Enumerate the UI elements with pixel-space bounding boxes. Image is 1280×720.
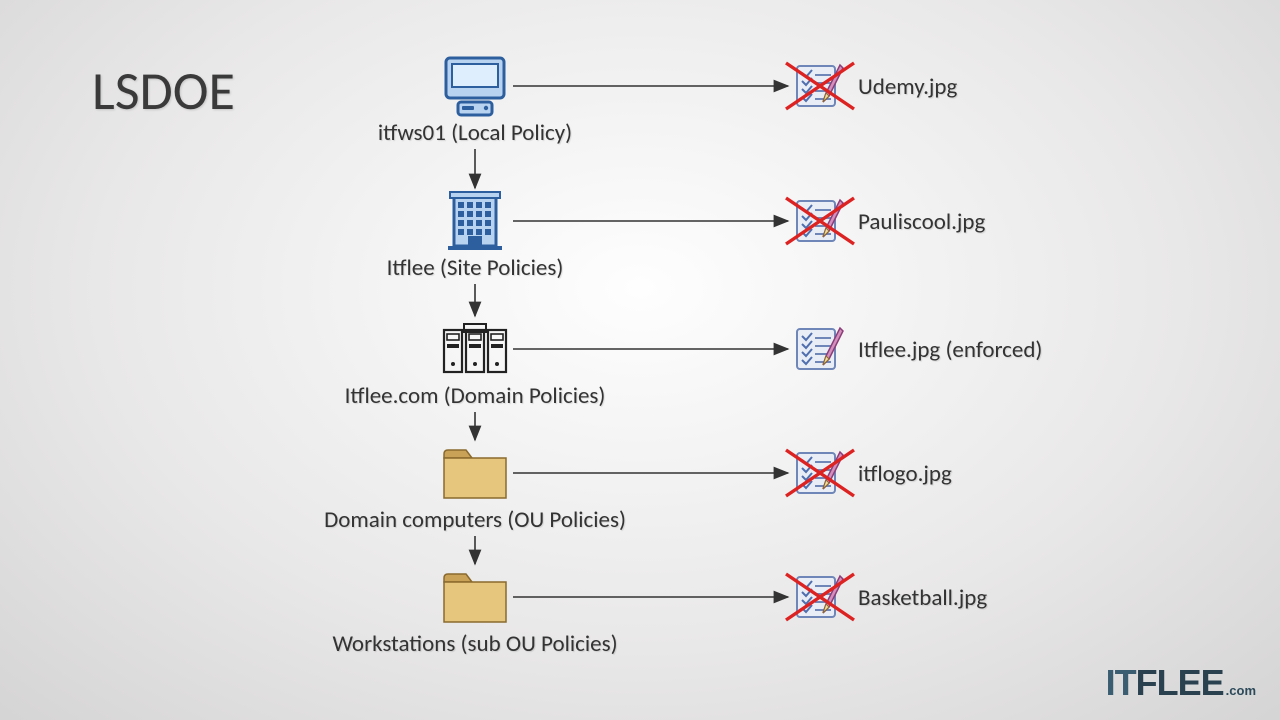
- building-icon: [435, 190, 515, 252]
- level-row: Itflee.com (Domain Policies)Itflee.jpg (…: [0, 318, 1280, 380]
- servers-icon: [435, 318, 515, 380]
- level-row: Workstations (sub OU Policies)Basketball…: [0, 566, 1280, 628]
- gpo-label: Pauliscool.jpg: [858, 208, 985, 236]
- gpo-label: itflogo.jpg: [858, 460, 952, 488]
- level-label: Itflee.com (Domain Policies): [295, 382, 655, 410]
- computer-icon: [435, 55, 515, 117]
- folder-icon: [435, 566, 515, 628]
- level-label: itfws01 (Local Policy): [295, 119, 655, 147]
- folder-icon: [435, 442, 515, 504]
- gpo-icon: [793, 449, 847, 497]
- gpo-label: Basketball.jpg: [858, 584, 987, 612]
- cross-out-icon: [784, 572, 856, 622]
- brand-logo: ITFLEE.com: [1106, 662, 1256, 704]
- cross-out-icon: [784, 61, 856, 111]
- gpo-icon: [793, 197, 847, 245]
- level-label: Itflee (Site Policies): [295, 254, 655, 282]
- gpo-label: Itflee.jpg (enforced): [858, 336, 1042, 364]
- gpo-icon: [793, 573, 847, 621]
- gpo-label: Udemy.jpg: [858, 73, 957, 101]
- level-label: Domain computers (OU Policies): [295, 506, 655, 534]
- gpo-icon: [793, 62, 847, 110]
- gpo-icon: [793, 325, 847, 373]
- level-row: itfws01 (Local Policy)Udemy.jpg: [0, 55, 1280, 117]
- level-row: Itflee (Site Policies)Pauliscool.jpg: [0, 190, 1280, 252]
- level-row: Domain computers (OU Policies)itflogo.jp…: [0, 442, 1280, 504]
- cross-out-icon: [784, 448, 856, 498]
- cross-out-icon: [784, 196, 856, 246]
- level-label: Workstations (sub OU Policies): [295, 630, 655, 658]
